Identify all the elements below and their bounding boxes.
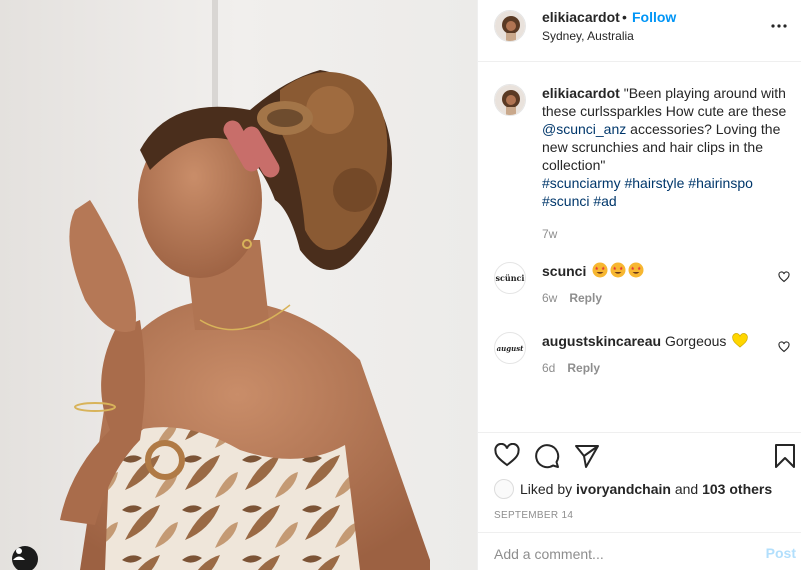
comment-username[interactable]: scunci: [542, 263, 586, 279]
post-photo[interactable]: [0, 0, 477, 570]
hashtag[interactable]: #hairinspo: [688, 175, 753, 191]
post-side-panel: elikiacardot • Follow Sydney, Australia …: [477, 0, 801, 570]
hashtag[interactable]: #scunciarmy: [542, 175, 621, 191]
august-logo: august: [496, 343, 524, 353]
author-avatar[interactable]: [494, 10, 526, 42]
comment-timestamp[interactable]: 6w: [542, 291, 557, 305]
more-horizontal-icon[interactable]: [770, 16, 788, 32]
comment-username[interactable]: augustskincareau: [542, 333, 661, 349]
post-header: elikiacardot • Follow Sydney, Australia: [478, 0, 801, 62]
caption-avatar[interactable]: [494, 84, 526, 116]
comment-bubble-icon[interactable]: [534, 443, 560, 472]
reply-button[interactable]: Reply: [569, 291, 602, 305]
yellow-heart-icon: [732, 333, 748, 352]
hashtag[interactable]: #hairstyle: [624, 175, 684, 191]
comment-body: Gorgeous: [664, 333, 727, 349]
liked-by-user[interactable]: ivoryandchain: [576, 481, 671, 497]
heart-outline-icon[interactable]: [778, 270, 790, 286]
comments-list[interactable]: elikiacardot "Been playing around with t…: [478, 63, 801, 431]
author-username[interactable]: elikiacardot: [542, 9, 620, 25]
star-struck-face-icon: [610, 262, 626, 282]
liked-by-and: and: [674, 481, 699, 497]
photo-illustration: [0, 0, 477, 570]
heart-outline-icon[interactable]: [778, 340, 790, 356]
hashtag[interactable]: #scunci: [542, 193, 589, 209]
comment-text: augustskincareau Gorgeous: [542, 332, 762, 352]
liker-avatar[interactable]: [494, 479, 514, 499]
comment-item: scünci scunci 6w Reply: [494, 262, 794, 312]
reply-button[interactable]: Reply: [567, 361, 600, 375]
caption-mention[interactable]: @scunci_anz: [542, 121, 626, 137]
post-location[interactable]: Sydney, Australia: [542, 29, 634, 43]
heart-outline-icon[interactable]: [494, 442, 520, 470]
comment-meta: 6d Reply: [542, 361, 600, 375]
follow-button[interactable]: Follow: [632, 9, 676, 25]
bookmark-icon[interactable]: [774, 443, 796, 472]
instagram-post: elikiacardot • Follow Sydney, Australia …: [0, 0, 801, 570]
liked-by-prefix: Liked by: [520, 481, 573, 497]
star-struck-face-icon: [628, 262, 644, 282]
comment-timestamp[interactable]: 6d: [542, 361, 555, 375]
liked-by-others[interactable]: 103 others: [702, 481, 772, 497]
paper-plane-icon[interactable]: [574, 443, 600, 472]
commenter-avatar[interactable]: august: [494, 332, 526, 364]
hashtag[interactable]: #ad: [593, 193, 616, 209]
caption-text: elikiacardot "Been playing around with t…: [542, 84, 788, 210]
scunci-logo: scünci: [495, 273, 525, 283]
comment-input[interactable]: [494, 543, 734, 565]
add-comment-bar: Post: [478, 532, 801, 570]
commenter-avatar[interactable]: scünci: [494, 262, 526, 294]
caption-username[interactable]: elikiacardot: [542, 85, 620, 101]
caption-timestamp[interactable]: 7w: [542, 227, 557, 241]
post-comment-button[interactable]: Post: [766, 545, 796, 561]
star-struck-face-icon: [592, 262, 608, 282]
separator-dot: •: [622, 9, 627, 25]
comment-item: august augustskincareau Gorgeous 6d Reply: [494, 332, 794, 382]
post-date[interactable]: SEPTEMBER 14: [494, 510, 573, 521]
liked-by-summary: Liked by ivoryandchain and 103 others: [494, 479, 772, 499]
post-actions: Liked by ivoryandchain and 103 others SE…: [478, 432, 801, 532]
comment-meta: 6w Reply: [542, 291, 602, 305]
comment-text: scunci: [542, 262, 762, 282]
user-tag-icon[interactable]: [12, 546, 38, 570]
